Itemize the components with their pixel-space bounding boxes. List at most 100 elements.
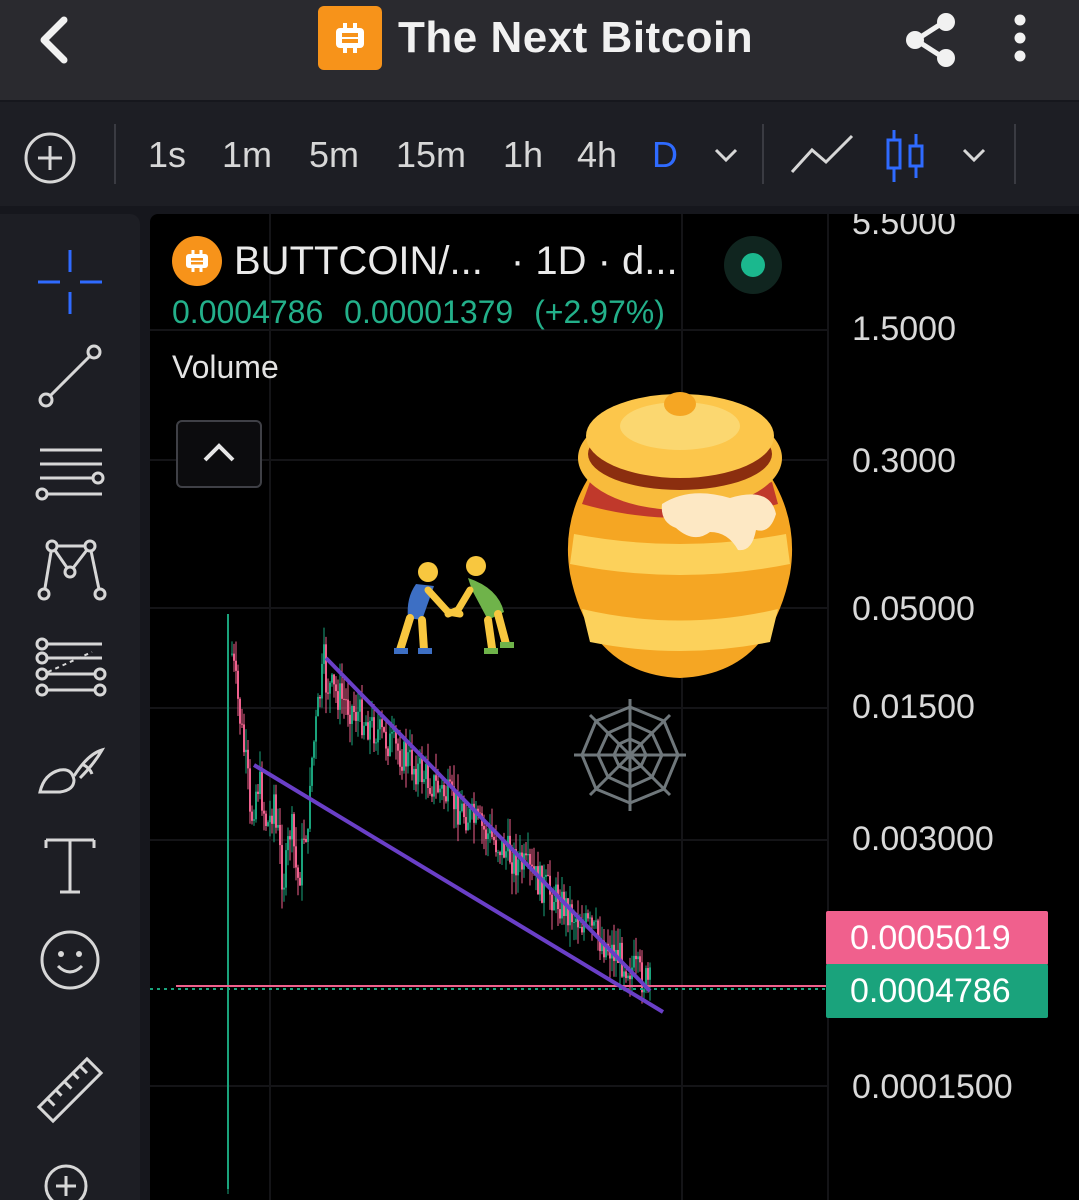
candle-body [529,853,531,865]
candle-body [567,898,569,926]
share-button[interactable] [902,10,962,70]
candle-body [405,741,407,767]
projection-icon [35,637,107,697]
candle-body [541,865,543,903]
candle-body [319,696,321,699]
candle-body [351,706,353,724]
emoji-tool[interactable] [30,920,110,1000]
candle-body [449,779,451,782]
text-tool[interactable] [30,826,110,906]
candle-body [333,674,335,685]
candle-body [423,779,425,783]
price-axis-label: 0.003000 [852,820,994,858]
ruler-icon [36,1056,104,1124]
collapse-legend-button[interactable] [176,420,262,488]
zoom-in-icon [44,1164,88,1200]
xabcd-pattern-icon [37,539,107,601]
fib-retracement-tool[interactable] [30,432,110,512]
candle-body [643,989,645,993]
add-indicator-button[interactable] [22,130,78,186]
candle-body [387,748,389,757]
candle-body [279,824,281,846]
timeframe-5m[interactable]: 5m [309,130,359,180]
candle-body [425,764,427,780]
brush-tool[interactable] [30,734,110,814]
forecast-tool[interactable] [30,628,110,708]
candle-body [331,674,333,683]
candle-body [633,955,635,968]
candle-body [511,862,513,874]
candle-body [365,722,367,726]
zoom-in-tool[interactable] [30,1150,110,1200]
price-change: 0.00001379 [344,294,514,330]
price-axis-label: 0.01500 [852,688,975,726]
line-chart-button[interactable] [788,128,856,184]
candle-body [499,852,501,856]
ruler-tool[interactable] [30,1050,110,1130]
candle-body [635,955,637,960]
toolbar-divider [114,124,116,184]
chart-toolbar: 1s 1m 5m 15m 1h 4h D [0,102,1079,206]
candle-body [411,749,413,775]
people-wrestling-sticker[interactable] [394,556,514,654]
candle-body [389,733,391,757]
fibonacci-icon [35,448,105,501]
candle-body [401,766,403,771]
timeframe-d[interactable]: D [652,130,678,180]
candle-body [483,825,485,830]
candlestick-chart-button[interactable] [884,126,928,186]
chevron-down-icon [714,148,738,163]
candle-body [417,763,419,785]
pattern-tool[interactable] [30,530,110,610]
honey-pot-sticker[interactable] [567,392,793,678]
candle-body [303,838,305,840]
spider-web-sticker[interactable] [574,699,686,811]
price-axis-label: 1.5000 [852,310,956,348]
back-button[interactable] [30,12,80,68]
volume-indicator-label[interactable]: Volume [172,349,812,386]
candle-body [339,683,341,710]
more-options-button[interactable] [1004,12,1036,68]
candle-body [517,859,519,876]
timeframe-4h[interactable]: 4h [577,130,617,180]
more-vertical-icon [1014,14,1026,62]
candle-body [377,729,379,743]
timeframe-1s[interactable]: 1s [148,130,186,180]
timeframe-dropdown-button[interactable] [710,140,742,170]
chart-type-dropdown-button[interactable] [958,140,990,170]
coin-icon [172,236,222,286]
candle-body [591,917,593,926]
candle-body [337,691,339,710]
candle-body [575,918,577,922]
candle-body [265,813,267,826]
candle-body [349,714,351,724]
interval-label: · 1D · d... [510,238,678,283]
symbol-row[interactable]: BUTTCOIN/... · 1D · d... [172,236,812,286]
candle-body [413,768,415,775]
page-title: The Next Bitcoin [398,13,754,62]
timeframe-1m[interactable]: 1m [222,130,272,180]
candle-body [353,706,355,713]
reference-price-tag: 0.0005019 [826,911,1048,965]
candle-body [257,791,259,794]
line-chart-icon [790,134,854,174]
candle-body [641,962,643,993]
price-chart[interactable]: BUTTCOIN/... · 1D · d... 0.0004786 0.000… [150,214,1079,1200]
candle-body [487,833,489,839]
candle-body [427,764,429,788]
candle-body [261,771,263,811]
candle-body [291,814,293,840]
candle-body [431,793,433,797]
timeframe-1h[interactable]: 1h [503,130,543,180]
candle-body [497,852,499,854]
crosshair-tool[interactable] [30,242,110,322]
toolbar-divider [1014,124,1016,184]
candle-body [357,711,359,721]
timeframe-15m[interactable]: 15m [396,130,466,180]
candle-body [237,670,239,699]
candle-body [627,975,629,979]
candle-body [467,822,469,831]
candle-body [581,926,583,933]
trend-line-tool[interactable] [30,336,110,416]
candle-body [299,877,301,886]
